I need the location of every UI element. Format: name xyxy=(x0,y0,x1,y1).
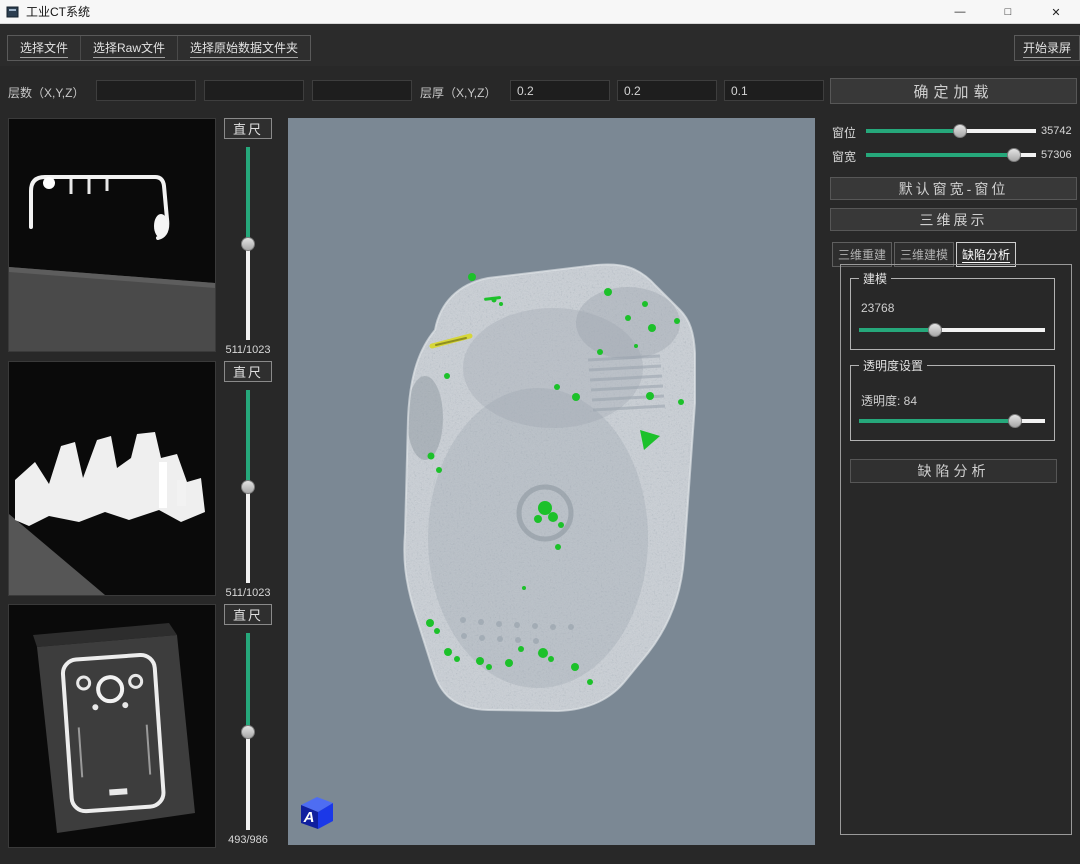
slice1-position-label: 511/1023 xyxy=(225,344,270,358)
slider-fill xyxy=(866,153,1014,157)
slice2-slider-group: 直尺 511/1023 xyxy=(221,361,275,601)
slice-view-xz[interactable] xyxy=(8,361,216,596)
vendor-logo: A xyxy=(296,793,336,831)
transparency-group-title: 透明度设置 xyxy=(859,357,927,374)
select-data-folder-button[interactable]: 选择原始数据文件夹 xyxy=(178,36,310,60)
ct-slice-image-3 xyxy=(9,605,215,847)
ct-slice-image-2 xyxy=(9,362,215,595)
modeling-group-title: 建模 xyxy=(859,270,891,287)
thickness-y-input[interactable] xyxy=(617,80,717,101)
slice3-slider-group: 直尺 493/986 xyxy=(221,604,275,848)
object-texture xyxy=(288,118,815,845)
window-level-slider[interactable] xyxy=(866,124,1036,138)
layers-label: 层数（X,Y,Z） xyxy=(8,84,84,101)
transparency-group: 透明度设置 透明度: 84 xyxy=(850,365,1055,441)
layers-y-input[interactable] xyxy=(204,80,304,101)
slider-fill xyxy=(859,328,935,332)
toolbar: 选择文件 选择Raw文件 选择原始数据文件夹 开始录屏 xyxy=(0,24,1080,66)
slider-fill xyxy=(866,129,960,133)
thickness-x-input[interactable] xyxy=(510,80,610,101)
transparency-value-label: 透明度: 84 xyxy=(861,392,917,409)
3d-viewport[interactable]: A xyxy=(288,118,815,845)
layers-z-input[interactable] xyxy=(312,80,412,101)
titlebar: 工业CT系统 — □ ✕ xyxy=(0,0,1080,24)
slider-fill xyxy=(859,419,1015,423)
modeling-value: 23768 xyxy=(861,301,894,315)
transparency-slider[interactable] xyxy=(859,414,1045,428)
window-level-label: 窗位 xyxy=(832,124,856,141)
window-width-value: 57306 xyxy=(1041,149,1072,161)
slice-view-xy[interactable] xyxy=(8,118,216,352)
ruler-button-3[interactable]: 直尺 xyxy=(224,604,272,625)
slider-handle[interactable] xyxy=(1007,148,1021,162)
slider-handle[interactable] xyxy=(953,124,967,138)
ct-slice-image-1 xyxy=(9,119,215,351)
slider-handle[interactable] xyxy=(241,480,255,494)
ruler-button-2[interactable]: 直尺 xyxy=(224,361,272,382)
layers-x-input[interactable] xyxy=(96,80,196,101)
slider-handle[interactable] xyxy=(1008,414,1022,428)
select-file-button[interactable]: 选择文件 xyxy=(8,36,81,60)
confirm-load-button[interactable]: 确定加载 xyxy=(830,78,1077,104)
slider-fill xyxy=(246,633,250,732)
slice1-slider[interactable] xyxy=(221,147,275,340)
start-record-button[interactable]: 开始录屏 xyxy=(1014,35,1080,61)
modeling-group: 建模 23768 xyxy=(850,278,1055,350)
slider-handle[interactable] xyxy=(928,323,942,337)
slider-fill xyxy=(246,147,250,244)
slider-fill xyxy=(246,390,250,487)
slice3-slider[interactable] xyxy=(221,633,275,830)
close-button[interactable]: ✕ xyxy=(1032,0,1080,24)
thickness-label: 层厚（X,Y,Z） xyxy=(420,84,496,101)
slice3-position-label: 493/986 xyxy=(228,834,268,848)
slider-handle[interactable] xyxy=(241,725,255,739)
display-3d-button[interactable]: 三维展示 xyxy=(830,208,1077,231)
window-title: 工业CT系统 xyxy=(26,3,90,20)
slice2-slider[interactable] xyxy=(221,390,275,583)
slice1-slider-group: 直尺 511/1023 xyxy=(221,118,275,358)
file-button-group: 选择文件 选择Raw文件 选择原始数据文件夹 xyxy=(7,35,311,61)
modeling-slider[interactable] xyxy=(859,323,1045,337)
slider-handle[interactable] xyxy=(241,237,255,251)
slice2-position-label: 511/1023 xyxy=(225,587,270,601)
slice-view-yz[interactable] xyxy=(8,604,216,848)
minimize-button[interactable]: — xyxy=(936,0,984,24)
select-raw-file-button[interactable]: 选择Raw文件 xyxy=(81,36,178,60)
app-icon xyxy=(6,5,20,19)
window-width-label: 窗宽 xyxy=(832,148,856,165)
logo-letter: A xyxy=(303,809,315,826)
defect-analysis-button[interactable]: 缺陷分析 xyxy=(850,459,1057,483)
maximize-button[interactable]: □ xyxy=(984,0,1032,24)
3d-render xyxy=(288,118,815,845)
ruler-button-1[interactable]: 直尺 xyxy=(224,118,272,139)
window-width-slider[interactable] xyxy=(866,148,1036,162)
window-level-value: 35742 xyxy=(1041,125,1072,137)
default-window-button[interactable]: 默认窗宽-窗位 xyxy=(830,177,1077,200)
thickness-z-input[interactable] xyxy=(724,80,824,101)
